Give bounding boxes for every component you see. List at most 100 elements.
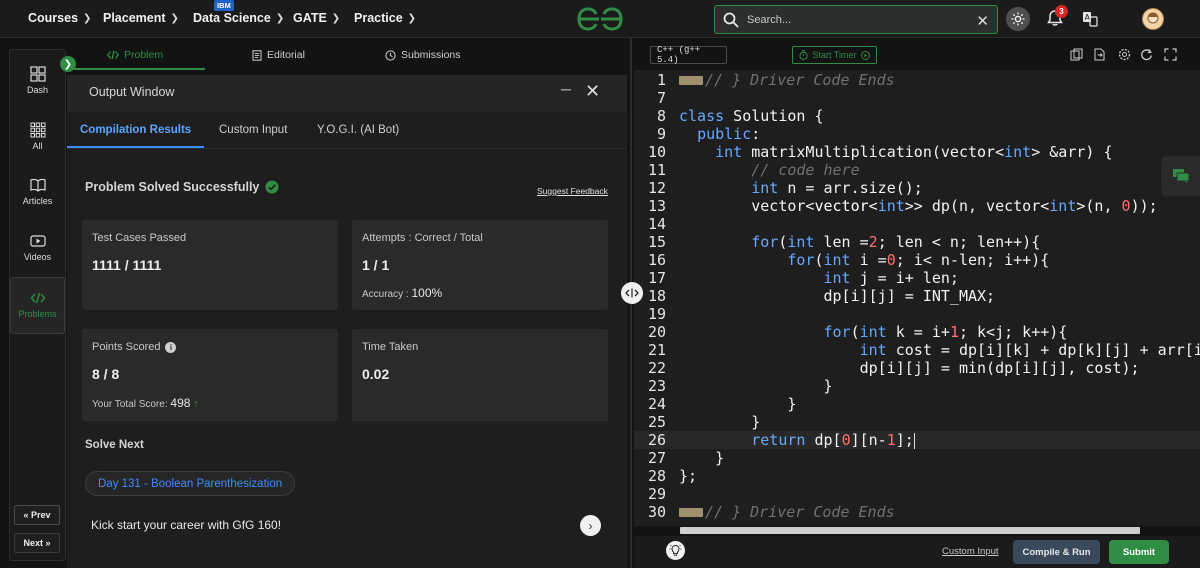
line-number: 21 <box>647 341 666 359</box>
code-line[interactable]: 28}; <box>634 467 1200 485</box>
code-text: dp[i][j] = min(dp[i][j], cost); <box>679 359 1140 377</box>
theme-toggle-button[interactable] <box>1006 7 1030 31</box>
promo-next-button[interactable]: › <box>580 515 601 536</box>
next-button[interactable]: Next » <box>14 533 60 553</box>
language-select[interactable]: C++ (g++ 5.4) <box>650 45 727 65</box>
code-line[interactable]: 13 vector<vector<int>> dp(n, vector<int>… <box>634 197 1200 215</box>
translate-icon[interactable]: A <box>1082 11 1098 27</box>
info-icon[interactable]: i <box>165 341 177 353</box>
code-line[interactable]: 7 <box>634 89 1200 107</box>
code-line[interactable]: 14 <box>634 215 1200 233</box>
nav-data-science[interactable]: Data Science ❯ <box>193 11 284 25</box>
close-icon[interactable]: ✕ <box>976 12 989 30</box>
code-line[interactable]: 24 } <box>634 395 1200 413</box>
file-export-icon[interactable] <box>1093 48 1106 61</box>
nav-placement[interactable]: Placement ❯ <box>103 11 179 25</box>
fold-marker-icon[interactable] <box>679 508 703 517</box>
points-value: 8 / 8 <box>92 366 120 382</box>
settings-gear-icon[interactable] <box>1118 48 1131 61</box>
line-number: 23 <box>647 377 666 395</box>
nav-gate[interactable]: GATE ❯ <box>293 11 340 25</box>
code-line[interactable]: 30 // } Driver Code Ends <box>634 503 1200 521</box>
code-line[interactable]: 11 // code here <box>634 161 1200 179</box>
search-box[interactable]: ✕ <box>714 5 998 34</box>
tab-problem-label: Problem <box>124 49 164 61</box>
accuracy-value: 100% <box>411 286 443 300</box>
arrow-up-icon: ↑ <box>193 398 199 410</box>
tab-yogi-ai-bot[interactable]: Y.O.G.I. (AI Bot) <box>317 124 399 136</box>
code-line[interactable]: 15 for(int len =2; len < n; len++){ <box>634 233 1200 251</box>
code-line[interactable]: 9 public: <box>634 125 1200 143</box>
line-number: 12 <box>647 179 666 197</box>
time-taken-label: Time Taken <box>362 341 419 353</box>
submit-button[interactable]: Submit <box>1109 540 1169 564</box>
start-timer-button[interactable]: Start Timer <box>792 46 877 64</box>
tab-problem[interactable]: Problem <box>107 49 163 61</box>
sidebar-item-articles[interactable]: Articles <box>10 177 65 206</box>
line-number: 28 <box>647 467 666 485</box>
fullscreen-icon[interactable] <box>1164 48 1177 61</box>
tab-editorial[interactable]: Editorial <box>252 49 305 61</box>
status-message: Problem Solved Successfully <box>85 180 279 194</box>
avatar[interactable] <box>1142 8 1164 30</box>
horizontal-scrollbar[interactable] <box>680 527 1140 534</box>
code-line[interactable]: 23 } <box>634 377 1200 395</box>
tab-submissions[interactable]: Submissions <box>385 49 461 61</box>
tab-custom-input[interactable]: Custom Input <box>219 124 287 136</box>
sidebar-item-label: Articles <box>22 196 53 206</box>
chat-button[interactable] <box>1161 156 1200 196</box>
code-line[interactable]: 26 return dp[0][n-1]; <box>634 431 1200 449</box>
chevron-down-icon: ❯ <box>331 12 341 24</box>
line-number: 19 <box>647 305 666 323</box>
hint-button[interactable] <box>666 541 685 560</box>
nav-practice[interactable]: Practice ❯ <box>354 11 416 25</box>
code-line[interactable]: 12 int n = arr.size(); <box>634 179 1200 197</box>
search-input[interactable] <box>747 11 967 29</box>
line-number: 9 <box>656 125 666 143</box>
prev-button[interactable]: « Prev <box>14 505 60 525</box>
code-line[interactable]: 21 int cost = dp[i][k] + dp[k][j] + arr[… <box>634 341 1200 359</box>
code-line[interactable]: 27 } <box>634 449 1200 467</box>
dashboard-icon <box>29 66 46 82</box>
sun-icon <box>1011 12 1025 26</box>
attempts-label: Attempts : Correct / Total <box>362 232 483 244</box>
code-line[interactable]: 17 int j = i+ len; <box>634 269 1200 287</box>
sidebar-item-dash[interactable]: Dash <box>10 66 65 95</box>
sidebar-item-problems[interactable]: Problems <box>10 277 65 334</box>
resize-handle[interactable] <box>621 282 643 304</box>
code-line[interactable]: 29 <box>634 485 1200 503</box>
ibm-badge: IBM <box>214 0 234 11</box>
code-editor[interactable]: 1 // } Driver Code Ends 7 8 class Solution {… <box>634 70 1200 526</box>
code-line[interactable]: 22 dp[i][j] = min(dp[i][j], cost); <box>634 359 1200 377</box>
code-line[interactable]: 19 <box>634 305 1200 323</box>
time-taken-value: 0.02 <box>362 366 390 382</box>
nav-courses[interactable]: Courses ❯ <box>28 11 91 25</box>
code-line[interactable]: 10 int matrixMultiplication(vector<int> … <box>634 143 1200 161</box>
minimize-icon[interactable]: ─ <box>561 81 571 97</box>
tab-compilation-results[interactable]: Compilation Results <box>80 124 191 136</box>
sidebar-item-videos[interactable]: Videos <box>10 233 65 262</box>
next-problem-chip[interactable]: Day 131 - Boolean Parenthesization <box>85 471 296 496</box>
code-line[interactable]: 18 dp[i][j] = INT_MAX; <box>634 287 1200 305</box>
code-line[interactable]: 25 } <box>634 413 1200 431</box>
code-line[interactable]: 8 class Solution { <box>634 107 1200 125</box>
suggest-feedback-link[interactable]: Suggest Feedback <box>537 186 608 196</box>
code-line[interactable]: 16 for(int i =0; i< n-len; i++){ <box>634 251 1200 269</box>
code-line[interactable]: 20 for(int k = i+1; k<j; k++){ <box>634 323 1200 341</box>
resize-arrows-icon <box>625 288 639 298</box>
chevron-right-icon: › <box>588 518 593 533</box>
reset-icon[interactable] <box>1140 48 1153 61</box>
fold-marker-icon[interactable] <box>679 76 703 85</box>
custom-input-link[interactable]: Custom Input <box>942 546 999 557</box>
tab-submissions-label: Submissions <box>401 49 461 61</box>
compile-run-button[interactable]: Compile & Run <box>1013 540 1100 564</box>
nav-practice-label: Practice <box>354 11 403 25</box>
close-icon[interactable]: ✕ <box>585 81 600 102</box>
copy-icon[interactable] <box>1070 48 1083 61</box>
code-line[interactable]: 1 // } Driver Code Ends <box>634 71 1200 89</box>
gfg-logo-icon[interactable] <box>575 6 625 32</box>
line-number: 10 <box>647 143 666 161</box>
total-score-value: 498 <box>170 396 191 410</box>
expand-sidebar-button[interactable]: ❯ <box>60 56 76 72</box>
sidebar-item-all[interactable]: All <box>10 122 65 151</box>
